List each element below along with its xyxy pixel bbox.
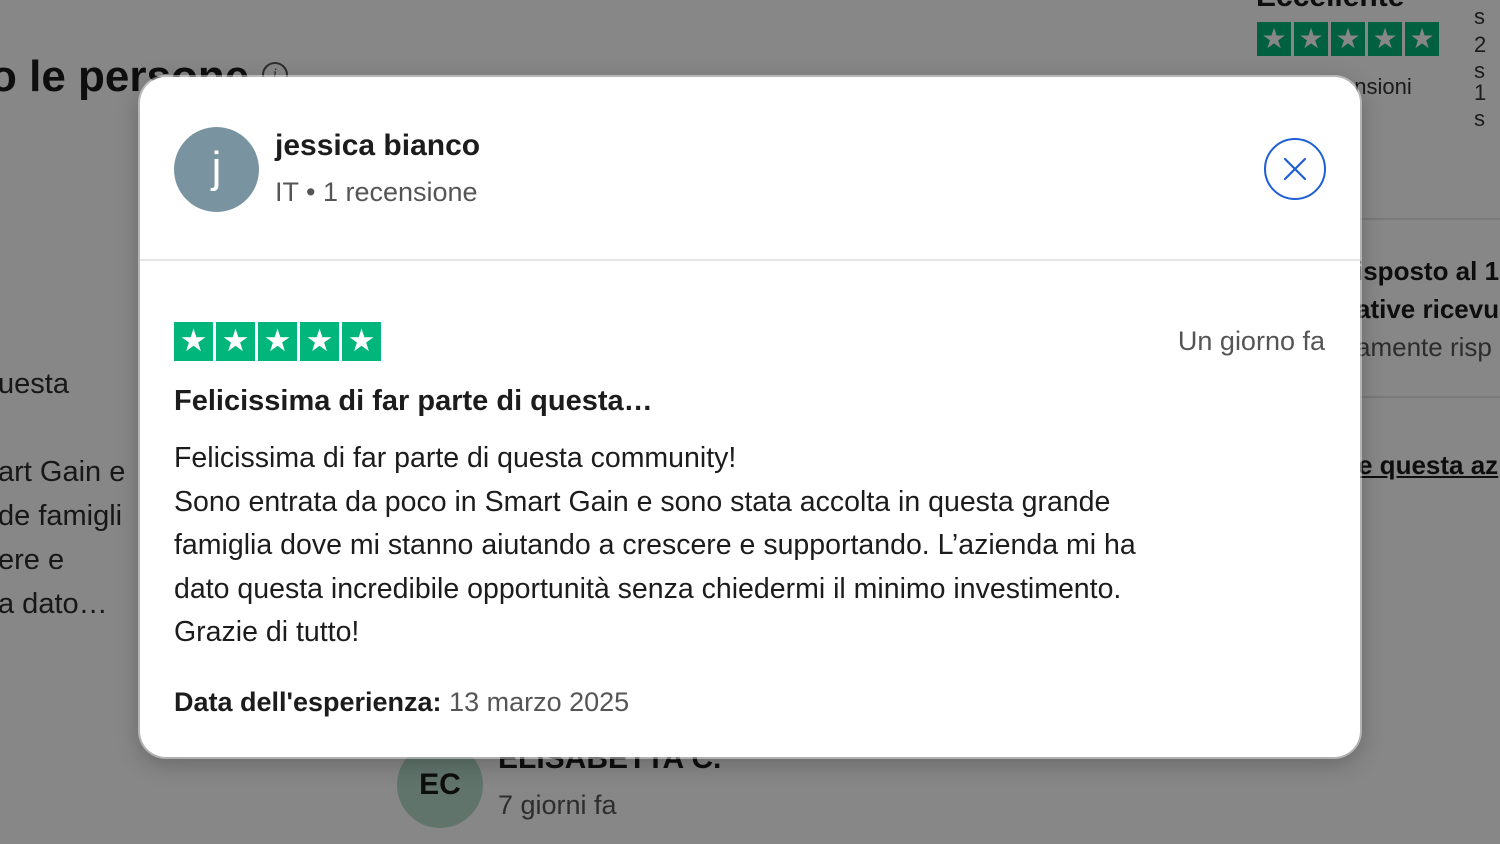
experience-date-label: Data dell'esperienza: [174, 687, 442, 717]
reviewer-meta: IT • 1 recensione [275, 177, 478, 207]
review-body-line: Sono entrata da poco in Smart Gain e son… [174, 485, 1111, 518]
modal-header: j jessica bianco IT • 1 recensione [140, 77, 1360, 260]
star-icon: ★ [342, 322, 381, 361]
review-body-line: Grazie di tutto! [174, 616, 360, 648]
star-icon: ★ [216, 322, 255, 361]
review-modal: j jessica bianco IT • 1 recensione ★ ★ ★… [140, 77, 1360, 757]
experience-date: Data dell'esperienza: 13 marzo 2025 [174, 687, 629, 718]
close-icon [1283, 157, 1307, 181]
review-body-line: dato questa incredibile opportunità senz… [174, 572, 1122, 605]
close-button[interactable] [1264, 138, 1326, 200]
review-age: Un giorno fa [1177, 326, 1325, 356]
review-body-line: famiglia dove mi stanno aiutando a cresc… [174, 529, 1136, 561]
divider [140, 259, 1360, 261]
star-icon: ★ [174, 322, 213, 361]
review-body-line: Felicissima di far parte di questa commu… [174, 442, 737, 474]
review-body: Felicissima di far parte di questa commu… [174, 437, 1334, 655]
star-icon: ★ [300, 322, 339, 361]
star-icon: ★ [258, 322, 297, 361]
star-rating: ★ ★ ★ ★ ★ [174, 322, 381, 361]
experience-date-value: 13 marzo 2025 [449, 687, 630, 717]
reviewer-name[interactable]: jessica bianco [275, 129, 480, 163]
avatar: j [174, 127, 259, 212]
review-title: Felicissima di far parte di questa… [174, 385, 653, 417]
